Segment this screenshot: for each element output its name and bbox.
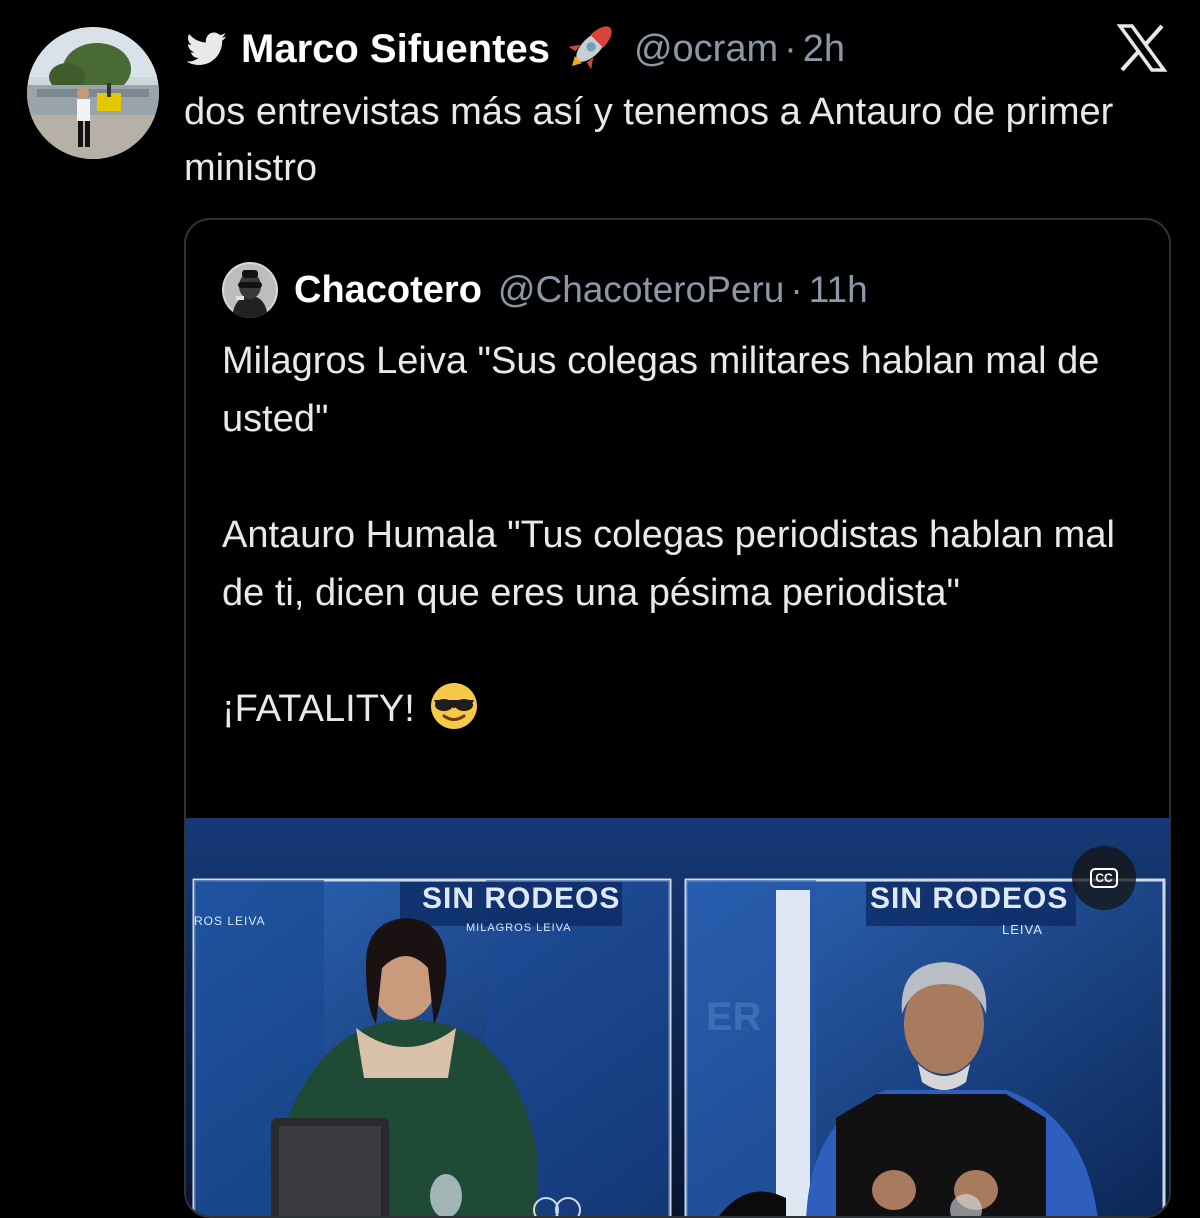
left-screen-edge-label: ROS LEIVA [194, 914, 266, 928]
meta-separator: · [784, 27, 797, 70]
quoted-tweet-header: Chacotero @ChacoteroPeru · 11h [222, 262, 868, 318]
x-logo-icon[interactable] [1116, 24, 1168, 72]
quoted-author-handle[interactable]: @ChacoteroPeru [498, 269, 784, 311]
quoted-tweet-timestamp[interactable]: 11h [809, 269, 868, 311]
closed-captions-label: CC [1095, 871, 1113, 885]
quoted-paragraph: ¡FATALITY! [222, 680, 1152, 738]
quoted-meta-separator: · [790, 269, 803, 310]
left-screen-title: SIN RODEOS [422, 882, 621, 915]
right-screen-subtitle: LEIVA [1002, 922, 1043, 937]
author-handle[interactable]: @ocram [634, 28, 778, 71]
tweet-timestamp[interactable]: 2h [803, 28, 845, 71]
quoted-paragraph-text: ¡FATALITY! [222, 688, 415, 730]
tweet-header: Marco Sifuentes @ocram · 2h [187, 24, 845, 74]
twitter-bird-icon [187, 32, 227, 65]
quoted-author-name[interactable]: Chacotero [294, 269, 482, 312]
right-screen-title: SIN RODEOS [870, 882, 1069, 915]
closed-captions-button[interactable]: CC [1072, 846, 1136, 910]
left-screen-subtitle: MILAGROS LEIVA [466, 922, 572, 934]
author-name[interactable]: Marco Sifuentes [241, 27, 550, 72]
sunglasses-emoji-icon [429, 681, 479, 731]
svg-text:ER: ER [706, 995, 762, 1039]
quoted-author-avatar[interactable] [222, 262, 278, 318]
quoted-media-video[interactable]: ER ROS LEIVA SIN RODEOS MILAGROS LEIVA S… [186, 818, 1169, 1216]
left-video-frame [192, 878, 672, 1216]
tweet-text: dos entrevistas más así y tenemos a Anta… [184, 91, 1114, 189]
closed-captions-icon: CC [1090, 868, 1118, 888]
quoted-paragraph: Milagros Leiva "Sus colegas militares ha… [222, 340, 1100, 440]
rocket-emoji-icon [564, 26, 614, 72]
quoted-tweet-body: Milagros Leiva "Sus colegas militares ha… [222, 332, 1152, 738]
right-video-frame [684, 878, 1166, 1216]
quoted-tweet-card[interactable]: Chacotero @ChacoteroPeru · 11h Milagros … [184, 218, 1171, 1218]
quoted-paragraph: Antauro Humala "Tus colegas periodistas … [222, 514, 1115, 614]
author-avatar[interactable] [27, 27, 159, 159]
